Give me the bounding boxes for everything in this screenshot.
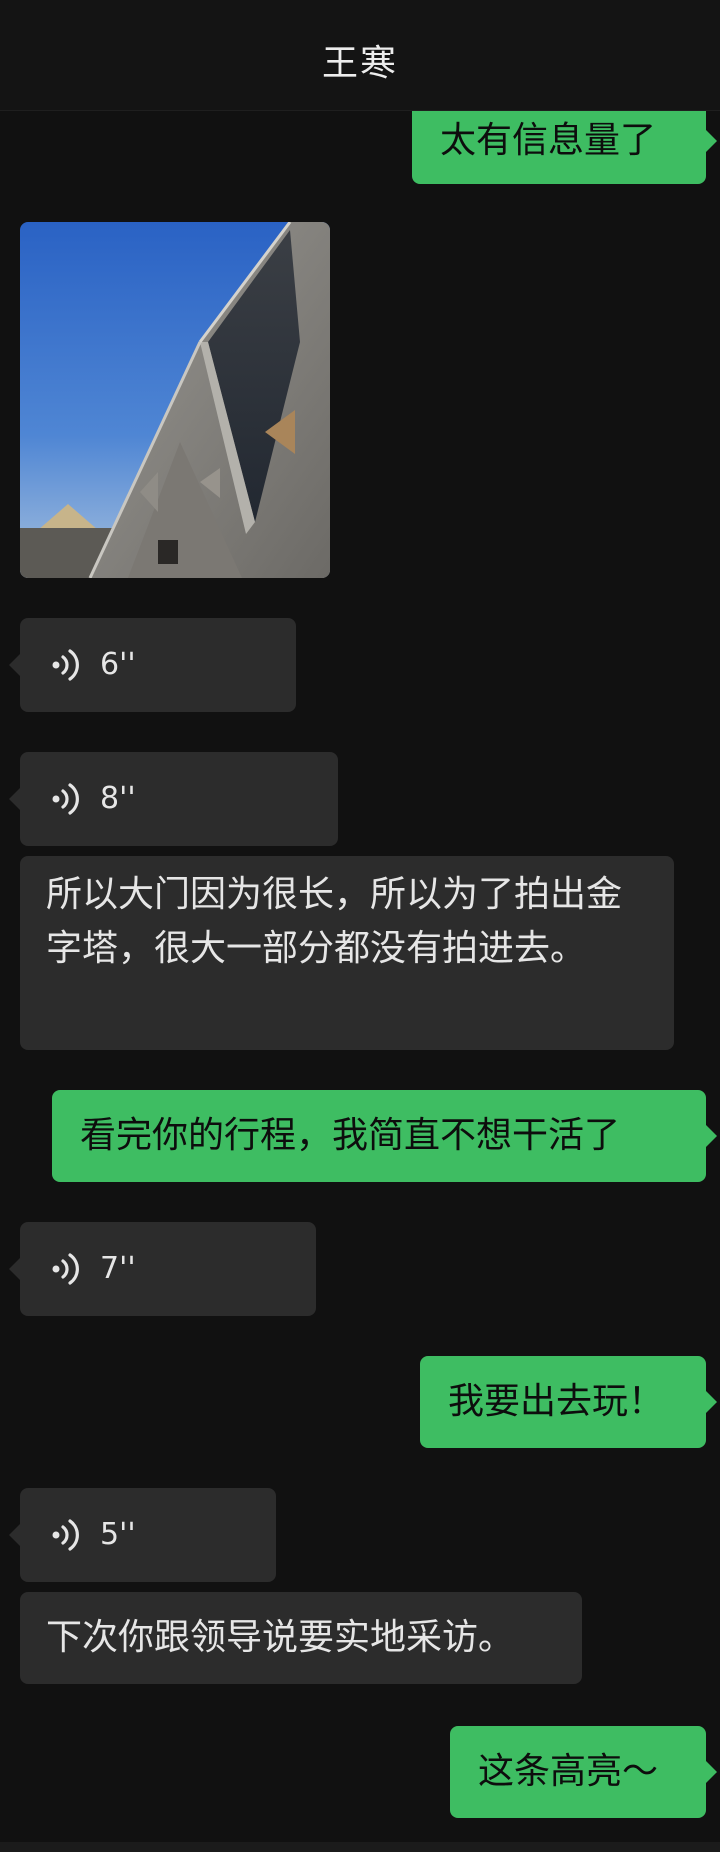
bubble-tail xyxy=(9,654,20,676)
chat-title[interactable]: 王寒 xyxy=(0,34,720,86)
message-text: 太有信息量了 xyxy=(440,120,657,161)
bubble-tail xyxy=(706,1125,717,1147)
voice-duration: 7'' xyxy=(100,1251,136,1286)
sent-message-bubble[interactable]: 我要出去玩！ xyxy=(420,1356,706,1448)
voice-message-bubble[interactable]: 8'' xyxy=(20,752,338,846)
voice-message-bubble[interactable]: 5'' xyxy=(20,1488,276,1582)
voice-wave-icon xyxy=(52,783,79,815)
bubble-tail xyxy=(706,1391,717,1413)
pyramid-photo xyxy=(20,222,330,578)
message-text: 这条高亮～ xyxy=(478,1751,659,1792)
received-message-bubble[interactable]: 所以大门因为很长，所以为了拍出金字塔，很大一部分都没有拍进去。 xyxy=(20,856,674,1050)
sent-message-bubble[interactable]: 这条高亮～ xyxy=(450,1726,706,1818)
image-message[interactable] xyxy=(20,222,330,578)
sent-message-bubble[interactable]: 看完你的行程，我简直不想干活了 xyxy=(52,1090,706,1182)
input-bar-edge xyxy=(0,1842,720,1852)
bubble-tail xyxy=(9,788,20,810)
bubble-tail xyxy=(706,1761,717,1783)
voice-message-bubble[interactable]: 7'' xyxy=(20,1222,316,1316)
voice-wave-icon xyxy=(52,649,79,681)
message-text: 下次你跟领导说要实地采访。 xyxy=(46,1617,515,1658)
voice-wave-icon xyxy=(52,1519,79,1551)
message-text: 所以大门因为很长，所以为了拍出金字塔，很大一部分都没有拍进去。 xyxy=(46,874,623,969)
chat-message-list[interactable]: 太有信息量了 6'' 8'' 所以大门因为很长，所以为了拍出金字塔，很大一部分都… xyxy=(0,0,720,1852)
bubble-tail xyxy=(9,1258,20,1280)
message-text: 我要出去玩！ xyxy=(448,1381,665,1422)
message-text: 看完你的行程，我简直不想干活了 xyxy=(80,1115,621,1156)
bubble-tail xyxy=(9,1524,20,1546)
bubble-tail xyxy=(706,130,717,152)
voice-wave-icon xyxy=(52,1253,79,1285)
voice-duration: 8'' xyxy=(100,781,136,816)
voice-duration: 6'' xyxy=(100,647,136,682)
voice-duration: 5'' xyxy=(100,1517,136,1552)
chat-header: 王寒 xyxy=(0,0,720,111)
voice-message-bubble[interactable]: 6'' xyxy=(20,618,296,712)
received-message-bubble[interactable]: 下次你跟领导说要实地采访。 xyxy=(20,1592,582,1684)
